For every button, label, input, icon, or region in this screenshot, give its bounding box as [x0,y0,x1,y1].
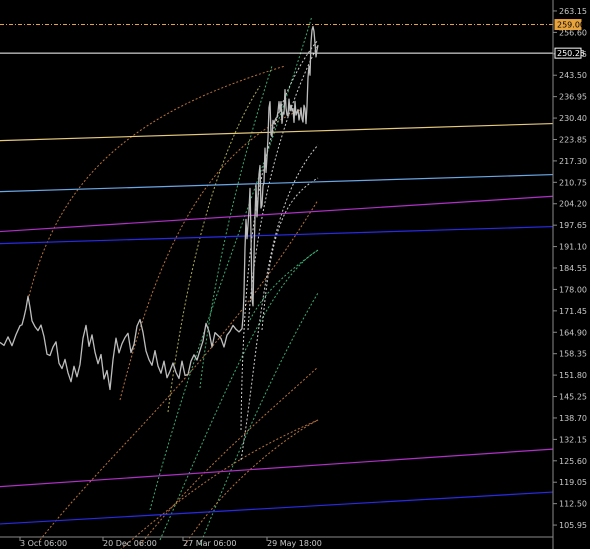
y-tick-label: 184.55 [559,264,587,273]
x-tick-label: 27 Mar 06:00 [183,539,236,548]
chart: 263.15256.60250.05243.50236.95230.40223.… [0,0,590,549]
price-tag-label: 250.25 [557,49,585,58]
y-tick-label: 112.50 [559,500,587,509]
y-tick-label: 217.30 [559,157,587,166]
price-tag-label: 259.00 [557,21,585,30]
y-tick-label: 164.90 [559,328,587,337]
y-tick-label: 158.35 [559,350,587,359]
y-tick-label: 119.05 [559,478,587,487]
y-tick-label: 138.70 [559,414,587,423]
y-tick-label: 204.20 [559,200,587,209]
y-tick-label: 223.85 [559,135,587,144]
price-chart: 263.15256.60250.05243.50236.95230.40223.… [0,0,590,549]
y-tick-label: 125.60 [559,457,587,466]
y-tick-label: 132.15 [559,435,587,444]
x-tick-label: 3 Oct 06:00 [20,539,67,548]
y-tick-label: 263.15 [559,7,587,16]
y-tick-label: 243.50 [559,71,587,80]
y-tick-label: 236.95 [559,93,587,102]
y-tick-label: 178.00 [559,285,587,294]
x-tick-label: 20 Dec 06:00 [103,539,157,548]
y-tick-label: 105.95 [559,521,587,530]
y-tick-label: 145.25 [559,393,587,402]
y-tick-label: 171.45 [559,307,587,316]
x-tick-label: 29 May 18:00 [267,539,322,548]
y-tick-label: 230.40 [559,114,587,123]
y-tick-label: 210.75 [559,178,587,187]
y-tick-label: 191.10 [559,243,587,252]
y-tick-label: 151.80 [559,371,587,380]
y-tick-label: 197.65 [559,221,587,230]
